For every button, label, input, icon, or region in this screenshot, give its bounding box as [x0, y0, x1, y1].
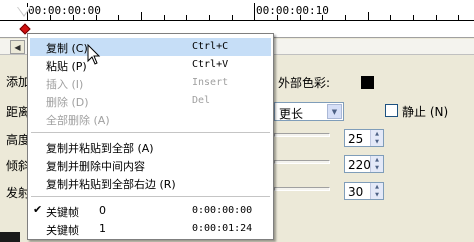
- height-spinbox[interactable]: 25 ▲ ▼: [344, 129, 384, 147]
- menu-item-shortcut: Ctrl+C: [192, 41, 229, 52]
- length-select-value: 更长: [279, 107, 304, 121]
- ruler-tick: [186, 15, 187, 21]
- outer-color-swatch[interactable]: [361, 76, 374, 89]
- emit-value: 30: [348, 185, 364, 199]
- arrow-left-icon: ◀: [14, 42, 21, 52]
- keyframe-name: 关键帧: [46, 224, 79, 237]
- menu-item-shortcut: Del: [192, 95, 211, 106]
- menu-separator: [31, 196, 270, 197]
- ruler-tick: [254, 3, 255, 21]
- menu-item-keyframe-0[interactable]: ✔ 关键帧 0 0:00:00:00: [30, 202, 271, 220]
- context-menu: 复制 (C) Ctrl+C 粘贴 (P) Ctrl+V 插入 (I) Inser…: [27, 33, 274, 240]
- ruler-line: [0, 20, 474, 21]
- spin-up-button[interactable]: ▲: [370, 183, 383, 191]
- ruler-tick: [118, 15, 119, 21]
- keyframe-time: 0:00:00:00: [192, 205, 253, 216]
- arrow-down-icon: ▼: [375, 165, 379, 171]
- mouse-cursor-icon: [87, 44, 101, 65]
- ruler-tick: [322, 15, 323, 21]
- scroll-left-button[interactable]: ◀: [10, 40, 25, 54]
- ruler-tick: [345, 15, 346, 21]
- combo-dropdown-button[interactable]: ▼: [327, 104, 342, 119]
- ruler-tick: [73, 15, 74, 21]
- menu-item-label: 复制并删除中间内容: [46, 160, 145, 173]
- menu-separator: [31, 132, 270, 133]
- emit-spinbox[interactable]: 30 ▲ ▼: [344, 182, 384, 200]
- ruler-tick: [368, 12, 369, 21]
- menu-item-label: 复制 (C): [46, 42, 88, 55]
- spin-down-button[interactable]: ▼: [370, 164, 383, 172]
- menu-item-delete[interactable]: 删除 (D) Del: [30, 92, 271, 110]
- menu-item-label: 全部删除 (A): [46, 114, 110, 127]
- arrow-down-icon: ▼: [375, 192, 379, 198]
- ruler-tick: [458, 15, 459, 21]
- arrow-up-icon: ▲: [375, 157, 379, 163]
- outer-color-label: 外部色彩:: [278, 76, 331, 90]
- spin-down-button[interactable]: ▼: [370, 191, 383, 199]
- emit-slider[interactable]: [274, 187, 330, 191]
- menu-item-copy-paste-all[interactable]: 复制并粘贴到全部 (A): [30, 138, 271, 156]
- checkmark-icon: ✔: [33, 203, 43, 216]
- arrow-down-icon: ▼: [375, 139, 379, 145]
- height-value: 25: [348, 132, 364, 146]
- static-checkbox[interactable]: [385, 104, 398, 117]
- ruler-tick: [141, 12, 142, 21]
- ruler-tick: [232, 15, 233, 21]
- menu-item-label: 删除 (D): [46, 96, 89, 109]
- ruler-tick: [413, 15, 414, 21]
- ruler-tick: [209, 15, 210, 21]
- keyframe-index: 1: [99, 222, 106, 235]
- ruler-tick: [300, 15, 301, 21]
- menu-item-label: 插入 (I): [46, 78, 84, 91]
- time-mid-label: 00:00:00:10: [256, 4, 329, 17]
- spin-up-button[interactable]: ▲: [370, 156, 383, 164]
- keyframe-time: 0:00:01:24: [192, 223, 253, 234]
- height-slider[interactable]: [274, 133, 330, 137]
- keyframe-name: 关键帧: [46, 206, 79, 219]
- spin-up-button[interactable]: ▲: [370, 130, 383, 138]
- arrow-up-icon: ▲: [375, 184, 379, 190]
- time-start-label: 00:00:00:00: [28, 4, 101, 17]
- playhead-marker[interactable]: [17, 7, 31, 17]
- menu-item-copy-paste-right[interactable]: 复制并粘贴到全部右边 (R): [30, 174, 271, 192]
- menu-item-insert[interactable]: 插入 (I) Insert: [30, 74, 271, 92]
- menu-item-paste[interactable]: 粘贴 (P) Ctrl+V: [30, 56, 271, 74]
- tilt-spinbox[interactable]: 220 ▲ ▼: [344, 155, 384, 173]
- menu-item-label: 粘贴 (P): [46, 60, 87, 73]
- tilt-slider[interactable]: [274, 160, 330, 164]
- ruler-tick: [277, 15, 278, 21]
- ruler-tick: [390, 15, 391, 21]
- chevron-down-icon: ▼: [331, 107, 338, 116]
- length-select[interactable]: 更长 ▼: [274, 102, 344, 121]
- dark-strip: [0, 232, 20, 242]
- menu-item-copy[interactable]: 复制 (C) Ctrl+C: [30, 38, 271, 56]
- menu-item-label: 复制并粘贴到全部 (A): [46, 142, 154, 155]
- ruler-tick: [164, 15, 165, 21]
- ruler-tick: [50, 15, 51, 21]
- menu-item-keyframe-1[interactable]: 关键帧 1 0:00:01:24: [30, 220, 271, 238]
- tilt-value: 220: [348, 158, 371, 172]
- ruler-tick: [96, 15, 97, 21]
- ruler-tick: [436, 15, 437, 21]
- menu-item-label: 复制并粘贴到全部右边 (R): [46, 178, 176, 191]
- menu-item-shortcut: Ctrl+V: [192, 59, 229, 70]
- arrow-up-icon: ▲: [375, 131, 379, 137]
- static-checkbox-label: 静止 (N): [402, 105, 449, 119]
- keyframe-index: 0: [99, 204, 106, 217]
- menu-item-copy-delete-between[interactable]: 复制并删除中间内容: [30, 156, 271, 174]
- menu-item-shortcut: Insert: [192, 77, 229, 88]
- menu-item-delete-all[interactable]: 全部删除 (A): [30, 110, 271, 128]
- spin-down-button[interactable]: ▼: [370, 138, 383, 146]
